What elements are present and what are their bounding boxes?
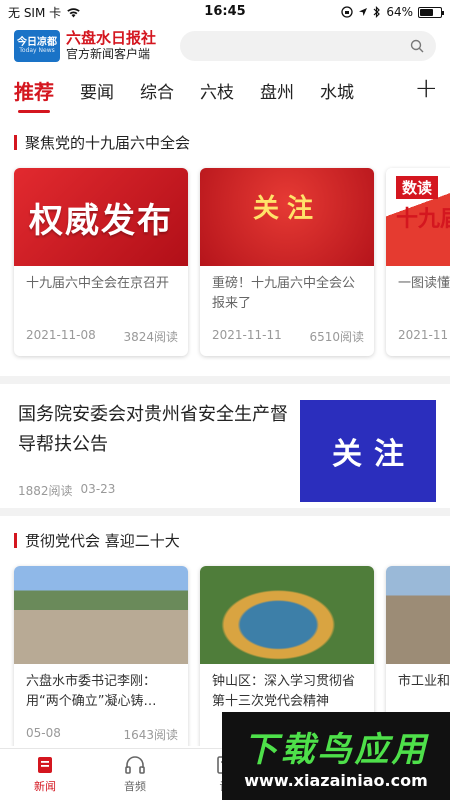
section-header-congress[interactable]: 贯彻党代会 喜迎二十大 bbox=[0, 524, 450, 556]
card-title: 六盘水市委书记李刚：用“两个确立”凝心铸… bbox=[26, 674, 157, 709]
news-card[interactable]: 权威发布 十九届六中全会在京召开 2021-11-08 3824阅读 bbox=[14, 168, 188, 356]
card-thumbnail: 权威发布 bbox=[14, 168, 188, 266]
card-thumbnail bbox=[14, 566, 188, 664]
rotation-lock-icon bbox=[341, 6, 353, 18]
section-title: 聚焦党的十九届六中全会 bbox=[25, 133, 191, 152]
card-thumbnail: 数读 十九届六 bbox=[386, 168, 450, 266]
wifi-icon bbox=[67, 7, 80, 17]
watermark-title: 下载鸟应用 bbox=[243, 730, 429, 770]
tab-headlines[interactable]: 要闻 bbox=[80, 78, 114, 103]
battery-percent: 64% bbox=[386, 5, 413, 19]
tab-liuzhi[interactable]: 六枝 bbox=[200, 78, 234, 103]
card-date: 05-08 bbox=[26, 726, 61, 740]
card-title: 市工业和抓机遇 真 bbox=[398, 674, 450, 689]
card-reads: 3824阅读 bbox=[123, 330, 178, 344]
status-bar: 无 SIM 卡 16:45 64% bbox=[0, 0, 450, 24]
section-title: 贯彻党代会 喜迎二十大 bbox=[25, 531, 180, 550]
card-thumbnail: 关注 bbox=[200, 168, 374, 266]
card-title: 重磅！十九届六中全会公报来了 bbox=[212, 276, 356, 311]
card-date: 2021-11-08 bbox=[26, 328, 96, 342]
app-slogan: 官方新闻客户端 bbox=[66, 46, 151, 61]
feature-news-item[interactable]: 国务院安委会对贵州省安全生产督导帮扶公告 1882阅读 03-23 关注 bbox=[0, 384, 450, 502]
add-channel-button[interactable]: + bbox=[415, 74, 438, 102]
feature-headline: 国务院安委会对贵州省安全生产督导帮扶公告 bbox=[18, 404, 288, 455]
site-watermark: 下载鸟应用 www.xiazainiao.com bbox=[222, 712, 450, 800]
section-header-plenary[interactable]: 聚焦党的十九届六中全会 bbox=[0, 126, 450, 158]
news-icon bbox=[38, 757, 52, 773]
card-reads: 6510阅读 bbox=[309, 330, 364, 344]
location-icon bbox=[359, 8, 368, 16]
card-title: 钟山区：深入学习贯彻省第十三次党代会精神 bbox=[212, 674, 356, 709]
tab-shuicheng[interactable]: 水城 bbox=[320, 78, 354, 103]
feature-date: 03-23 bbox=[80, 482, 116, 496]
bluetooth-icon bbox=[373, 6, 381, 18]
card-reads: 1643阅读 bbox=[123, 728, 178, 742]
watermark-url: www.xiazainiao.com bbox=[244, 771, 428, 790]
news-card[interactable]: 关注 重磅！十九届六中全会公报来了 2021-11-11 6510阅读 bbox=[200, 168, 374, 356]
logo-mark: 今日凉都 Today News bbox=[14, 30, 60, 62]
app-logo[interactable]: 今日凉都 Today News 六盘水日报社 官方新闻客户端 bbox=[14, 30, 156, 62]
feature-reads: 1882阅读 bbox=[18, 484, 73, 498]
app-header: 今日凉都 Today News 六盘水日报社 官方新闻客户端 bbox=[0, 24, 450, 68]
news-card[interactable]: 数读 十九届六 一图读懂会公报 2021-11 bbox=[386, 168, 450, 356]
tab-general[interactable]: 综合 bbox=[140, 78, 174, 103]
nav-audio[interactable]: 音频 bbox=[90, 749, 180, 800]
battery-icon bbox=[418, 6, 444, 18]
nav-news[interactable]: 新闻 bbox=[0, 749, 90, 800]
news-card[interactable]: 六盘水市委书记李刚：用“两个确立”凝心铸… 05-08 1643阅读 bbox=[14, 566, 188, 746]
card-thumbnail bbox=[200, 566, 374, 664]
search-icon[interactable] bbox=[410, 39, 424, 53]
tab-recommend[interactable]: 推荐 bbox=[14, 76, 54, 113]
feature-thumbnail: 关注 bbox=[300, 400, 436, 502]
channel-tabs: 推荐 要闻 综合 六枝 盘州 水城 + bbox=[0, 68, 450, 113]
search-input[interactable] bbox=[180, 31, 436, 61]
app-name: 六盘水日报社 bbox=[66, 29, 157, 48]
section-divider bbox=[0, 376, 450, 384]
card-date: 2021-11-11 bbox=[212, 328, 282, 342]
carrier-label: 无 SIM 卡 bbox=[8, 5, 62, 20]
tab-panzhou[interactable]: 盘州 bbox=[260, 78, 294, 103]
card-date: 2021-11 bbox=[398, 328, 449, 342]
plenary-carousel[interactable]: 权威发布 十九届六中全会在京召开 2021-11-08 3824阅读 关注 重磅… bbox=[0, 158, 450, 364]
card-title: 十九届六中全会在京召开 bbox=[26, 276, 170, 291]
section-divider bbox=[0, 508, 450, 516]
headphones-icon bbox=[125, 756, 145, 774]
card-thumbnail bbox=[386, 566, 450, 664]
card-title: 一图读懂会公报 bbox=[398, 276, 450, 291]
